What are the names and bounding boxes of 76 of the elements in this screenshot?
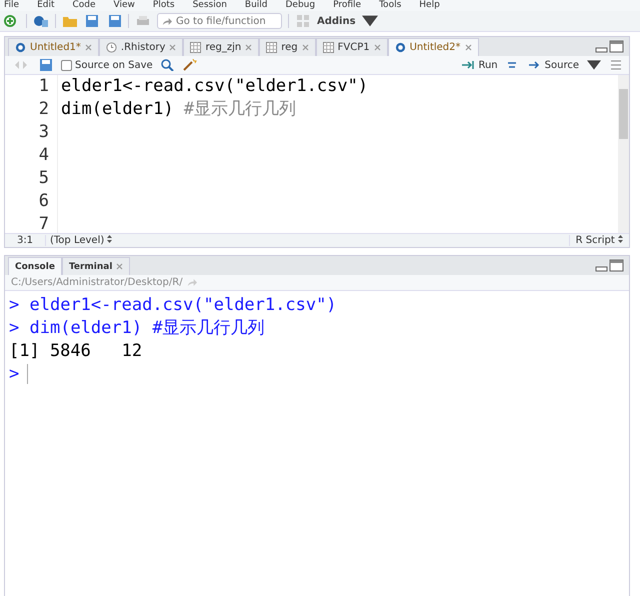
- menu-item[interactable]: Session: [192, 0, 227, 11]
- arrow-icon[interactable]: [186, 278, 197, 287]
- line-number: 2: [38, 98, 49, 121]
- console-tab[interactable]: Terminal: [62, 257, 130, 275]
- line-number: 1: [38, 75, 49, 98]
- line-number: 3: [38, 121, 49, 144]
- menu-item[interactable]: Debug: [286, 0, 316, 11]
- line-number: 5: [38, 167, 49, 190]
- menu-item[interactable]: File: [4, 0, 20, 11]
- grid-icon: [190, 42, 202, 53]
- menu-item[interactable]: Help: [419, 0, 440, 11]
- caret-icon: [587, 59, 601, 71]
- up-down-icon: [618, 235, 623, 243]
- arrow-icon: [461, 59, 476, 71]
- grid-icon: [266, 42, 278, 53]
- scrollbar[interactable]: [618, 75, 629, 233]
- minimize-maximize-icon[interactable]: [595, 258, 625, 272]
- up-down-icon: [107, 235, 112, 243]
- caret-icon: [362, 14, 378, 28]
- editor-tab[interactable]: Untitled1*: [8, 38, 99, 56]
- working-directory: C:/Users/Administrator/Desktop/R/: [11, 277, 183, 288]
- search-icon[interactable]: [160, 59, 175, 71]
- close-icon[interactable]: [84, 44, 92, 51]
- grid-icon: [322, 42, 334, 53]
- code-comment: #显示几行几列: [184, 99, 296, 119]
- source-on-save-checkbox[interactable]: Source on Save: [61, 60, 153, 70]
- save-icon[interactable]: [84, 14, 100, 28]
- console-command-text: > elder1<-read.csv("elder1.csv"): [9, 294, 338, 317]
- line-number: 7: [38, 213, 49, 236]
- file-type-menu[interactable]: R Script: [568, 235, 629, 246]
- go-to-file-field[interactable]: Go to file/function: [157, 13, 282, 29]
- r-file-icon: [394, 42, 406, 53]
- addins-menu[interactable]: Addins: [317, 16, 356, 26]
- print-icon[interactable]: [135, 14, 151, 28]
- console-tab[interactable]: Console: [8, 257, 62, 275]
- menu-item[interactable]: View: [114, 0, 135, 11]
- menu-item[interactable]: Build: [244, 0, 268, 11]
- editor-tab[interactable]: reg_zjn: [183, 38, 260, 56]
- source-button[interactable]: Source: [528, 59, 579, 71]
- code-text: dim(elder1): [61, 99, 175, 119]
- menu-item[interactable]: Profile: [333, 0, 362, 11]
- arrow-icon: [162, 16, 172, 26]
- save-all-icon[interactable]: [106, 14, 122, 28]
- wand-icon[interactable]: [182, 59, 197, 71]
- menu-icon[interactable]: [609, 59, 623, 71]
- console-output-text: [1] 5846 12: [9, 340, 144, 363]
- cursor-position: 3:1: [5, 235, 46, 246]
- scope-menu[interactable]: (Top Level): [46, 235, 569, 246]
- run-button[interactable]: Run: [461, 59, 498, 71]
- folder-icon[interactable]: [62, 14, 78, 28]
- menu-item[interactable]: Tools: [379, 0, 402, 11]
- r-file-icon: [15, 42, 26, 53]
- editor-tab[interactable]: FVCP1: [316, 38, 388, 56]
- console-command-text: > dim(elder1) #显示几行几列: [9, 317, 266, 340]
- close-icon[interactable]: [302, 44, 309, 51]
- close-icon[interactable]: [374, 44, 381, 51]
- menu-item[interactable]: Code: [72, 0, 96, 11]
- close-icon[interactable]: [464, 44, 472, 51]
- console-prompt: >: [9, 364, 20, 384]
- minimize-maximize-icon[interactable]: [595, 40, 625, 54]
- close-icon[interactable]: [116, 263, 124, 270]
- arrow-icon: [528, 59, 542, 71]
- line-number: 6: [38, 190, 49, 213]
- line-number: 4: [38, 144, 49, 167]
- editor-tab[interactable]: .Rhistory: [98, 38, 184, 56]
- project-icon[interactable]: [33, 14, 49, 28]
- clock-icon: [106, 42, 117, 53]
- close-icon[interactable]: [169, 44, 176, 51]
- menu-item[interactable]: Edit: [37, 0, 54, 11]
- close-icon[interactable]: [245, 44, 252, 51]
- menu-item[interactable]: Plots: [152, 0, 175, 11]
- grid-icon[interactable]: [295, 14, 311, 28]
- editor-tab[interactable]: Untitled2*: [388, 38, 479, 56]
- editor-tab[interactable]: reg: [259, 38, 316, 56]
- save-icon[interactable]: [39, 59, 53, 71]
- code-text: elder1<-read.csv("elder1.csv"): [61, 76, 368, 96]
